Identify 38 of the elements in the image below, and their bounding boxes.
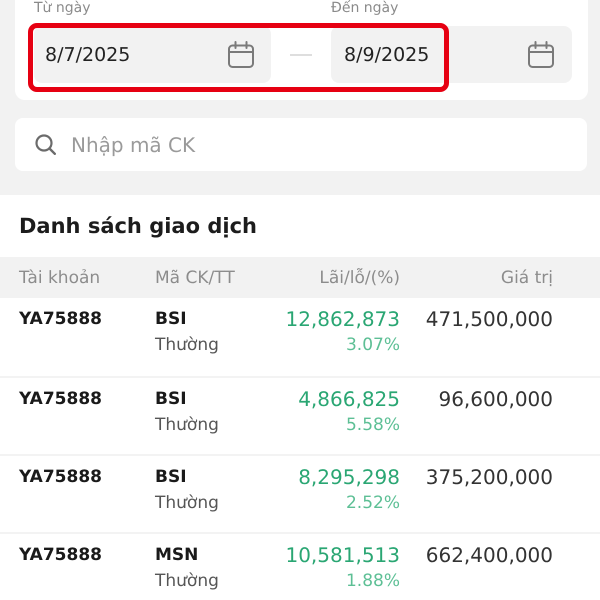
trade-value: 96,600,000 xyxy=(438,386,553,412)
column-header[interactable]: Giá trị xyxy=(500,268,553,288)
account-text: YA75888 xyxy=(19,388,102,411)
date-field[interactable]: 8/7/2025 xyxy=(34,26,271,83)
account-text: YA75888 xyxy=(19,308,102,331)
profit-percent: 5.58% xyxy=(346,414,400,437)
order-type: Thường xyxy=(155,570,219,593)
profit-amount: 8,295,298 xyxy=(298,464,400,490)
column-header[interactable]: Tài khoản xyxy=(19,268,100,288)
stock-symbol: BSI xyxy=(155,308,187,331)
profit-amount: 4,866,825 xyxy=(298,386,400,412)
range-dash xyxy=(290,54,312,56)
profit-amount: 10,581,513 xyxy=(285,542,400,568)
account-text: YA75888 xyxy=(19,466,102,489)
order-type: Thường xyxy=(155,492,219,515)
calendar-icon[interactable] xyxy=(227,40,255,68)
trade-value: 375,200,000 xyxy=(426,464,553,490)
column-header[interactable]: Mã CK/TT xyxy=(155,268,235,288)
calendar-icon[interactable] xyxy=(527,40,555,68)
date-field[interactable]: 8/9/2025 xyxy=(331,26,572,83)
stock-symbol: BSI xyxy=(155,466,187,489)
account-text: YA75888 xyxy=(19,544,102,567)
search-field[interactable]: Nhập mã CK xyxy=(15,118,587,171)
profit-percent: 1.88% xyxy=(346,570,400,593)
search-icon xyxy=(35,134,56,155)
section-title: Danh sách giao dịch xyxy=(18,213,258,240)
to-date-label: Đến ngày xyxy=(331,0,398,16)
from-date-label: Từ ngày xyxy=(34,0,90,16)
profit-percent: 3.07% xyxy=(346,334,400,357)
stock-symbol: BSI xyxy=(155,388,187,411)
profit-amount: 12,862,873 xyxy=(285,306,400,332)
trade-value: 471,500,000 xyxy=(426,306,553,332)
order-type: Thường xyxy=(155,414,219,437)
stock-symbol: MSN xyxy=(155,544,198,567)
column-header[interactable]: Lãi/lỗ/(%) xyxy=(319,268,400,288)
trade-value: 662,400,000 xyxy=(426,542,553,568)
profit-percent: 2.52% xyxy=(346,492,400,515)
order-type: Thường xyxy=(155,334,219,357)
